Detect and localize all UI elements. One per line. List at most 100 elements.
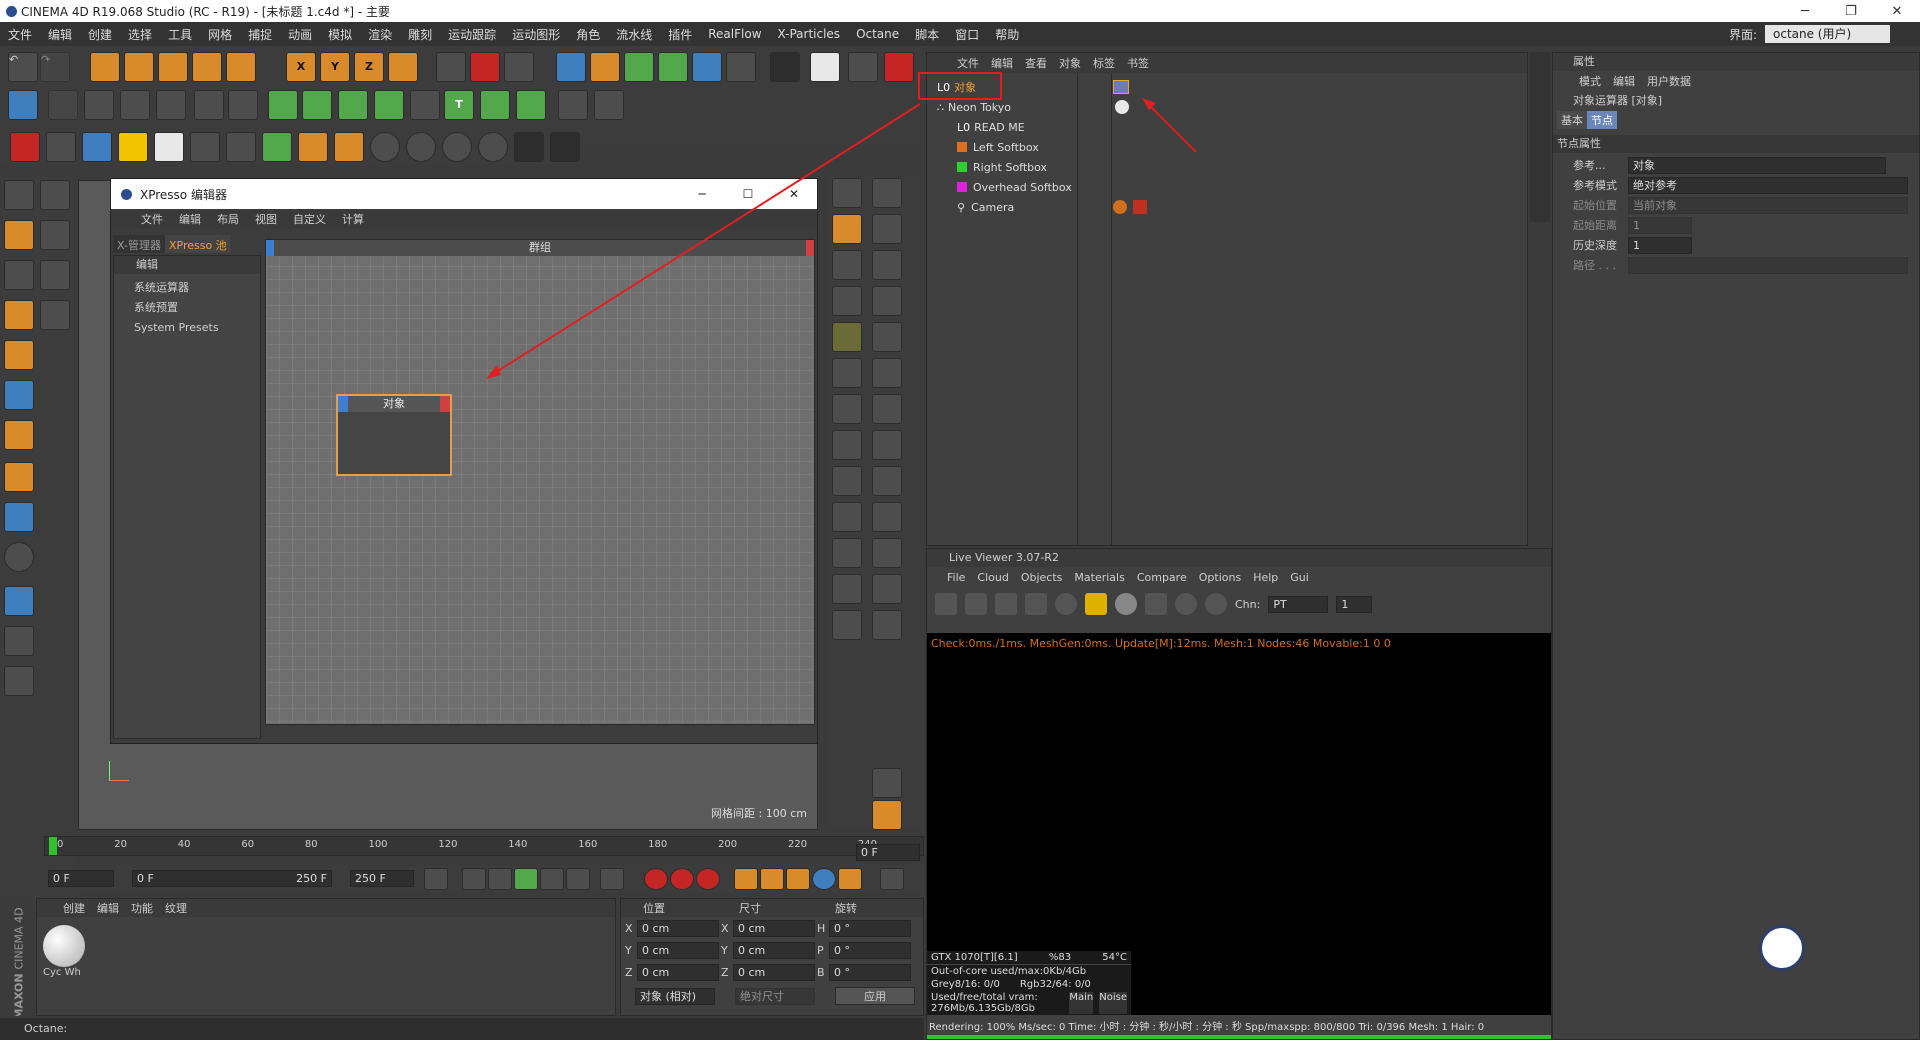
octane-camera-tag-icon[interactable]: [1133, 200, 1147, 214]
octane-mix-icon[interactable]: [478, 132, 508, 162]
spline-sketch-icon[interactable]: [120, 90, 150, 120]
size-x-field[interactable]: 0 cm: [733, 919, 815, 937]
camera-tag-icon[interactable]: [1113, 200, 1127, 214]
menu-edit[interactable]: 编辑: [40, 26, 80, 43]
boole-icon[interactable]: [832, 466, 862, 496]
current-frame-field[interactable]: 0 F: [856, 844, 920, 861]
octane-icon[interactable]: [884, 52, 914, 82]
mode-edges-icon[interactable]: [4, 380, 34, 410]
next-key-icon[interactable]: [566, 868, 590, 890]
close-button[interactable]: ✕: [1874, 4, 1920, 19]
deform-bulge-icon[interactable]: [872, 178, 902, 208]
menu-octane[interactable]: Octane: [848, 27, 907, 41]
floor-icon[interactable]: [726, 52, 756, 82]
menu-help[interactable]: 帮助: [987, 26, 1027, 43]
extrude-icon[interactable]: [832, 538, 862, 568]
fx-icon[interactable]: [594, 90, 624, 120]
xref-icon[interactable]: [848, 52, 878, 82]
lv-menu-file[interactable]: File: [941, 571, 971, 584]
rot-h-field[interactable]: 0 °: [829, 919, 911, 937]
spline-smooth-icon[interactable]: [156, 90, 186, 120]
lv-menu-cloud[interactable]: Cloud: [971, 571, 1014, 584]
record-icon[interactable]: [644, 868, 668, 890]
poly-select-icon[interactable]: [40, 300, 70, 330]
subdivision-icon[interactable]: [624, 52, 654, 82]
layout-select[interactable]: octane (用户): [1765, 25, 1890, 43]
lv-region-icon[interactable]: [1025, 593, 1047, 615]
octane-spotlight-icon[interactable]: [226, 132, 256, 162]
object-name-readme[interactable]: READ ME: [974, 121, 1025, 134]
recent-tool-icon[interactable]: [226, 52, 256, 82]
tab-noise[interactable]: Noise: [1099, 992, 1127, 1014]
lv-menu-compare[interactable]: Compare: [1131, 571, 1193, 584]
instance-icon[interactable]: [832, 358, 862, 388]
sculpt-icon[interactable]: [558, 90, 588, 120]
symmetry-icon[interactable]: [872, 394, 902, 424]
atom-array-icon[interactable]: [872, 430, 902, 460]
key-pla-icon[interactable]: [838, 868, 862, 890]
lv-render-area[interactable]: Check:0ms./1ms. MeshGen:0ms. Update[M]:1…: [927, 633, 1551, 1015]
tab-x-manager[interactable]: X-管理器: [113, 235, 165, 253]
lv-send-scene-icon[interactable]: [935, 593, 957, 615]
size-mode-select[interactable]: 绝对尺寸: [735, 987, 815, 1005]
lv-menu-objects[interactable]: Objects: [1015, 571, 1069, 584]
coord-mode-select[interactable]: 对象 (相对): [635, 987, 715, 1005]
xpresso-tag-icon[interactable]: [1113, 80, 1129, 94]
xpresso-menu-view[interactable]: 视图: [247, 211, 285, 227]
node-input-port[interactable]: [338, 396, 348, 412]
lv-channel-number[interactable]: 1: [1336, 595, 1373, 613]
lv-pick-material-icon[interactable]: [1205, 593, 1227, 615]
octane-specular-icon[interactable]: [442, 132, 472, 162]
rot-b-field[interactable]: 0 °: [829, 963, 911, 981]
x-axis-lock-button[interactable]: X: [286, 52, 316, 82]
object-name-camera[interactable]: Camera: [971, 201, 1014, 214]
lv-channel-select[interactable]: PT: [1268, 595, 1329, 613]
mat-menu-function[interactable]: 功能: [125, 900, 159, 916]
deform-twist-icon[interactable]: [872, 250, 902, 280]
object-row-right-softbox[interactable]: Right Softbox: [927, 157, 1527, 177]
snap-icon[interactable]: [4, 542, 34, 572]
mat-menu-edit[interactable]: 编辑: [91, 900, 125, 916]
undo-icon[interactable]: ↶: [8, 52, 38, 82]
render-view-icon[interactable]: [436, 52, 466, 82]
object-row-left-softbox[interactable]: Left Softbox: [927, 137, 1527, 157]
octane-portal-icon[interactable]: [514, 132, 544, 162]
mograph-matrix-icon[interactable]: [302, 90, 332, 120]
menu-mesh[interactable]: 网格: [200, 26, 240, 43]
spline-mask-icon[interactable]: [872, 466, 902, 496]
om-menu-file[interactable]: 文件: [951, 55, 985, 71]
mode-points-icon[interactable]: [4, 340, 34, 370]
apply-button[interactable]: 应用: [835, 987, 915, 1005]
reference-field[interactable]: 对象: [1628, 156, 1886, 174]
render-picture-viewer-icon[interactable]: [470, 52, 500, 82]
menu-create[interactable]: 创建: [80, 26, 120, 43]
goto-end-icon[interactable]: [600, 868, 624, 890]
pos-y-field[interactable]: 0 cm: [637, 941, 719, 959]
pos-x-field[interactable]: 0 cm: [637, 919, 719, 937]
material-tag-icon[interactable]: [1115, 100, 1129, 114]
group-input-port[interactable]: [266, 240, 274, 256]
menu-xparticles[interactable]: X-Particles: [770, 27, 849, 41]
tab-node[interactable]: 节点: [1587, 111, 1617, 129]
lv-pause-icon[interactable]: [995, 593, 1017, 615]
tweak-icon[interactable]: [4, 502, 34, 532]
key-rotation-icon[interactable]: [786, 868, 810, 890]
mode-object-icon[interactable]: [4, 220, 34, 250]
octane-environment-icon[interactable]: [46, 132, 76, 162]
lv-menu-gui[interactable]: Gui: [1284, 571, 1315, 584]
object-row-neon-tokyo[interactable]: ∴ Neon Tokyo: [927, 97, 1527, 117]
octane-settings-icon[interactable]: [550, 132, 580, 162]
menu-window[interactable]: 窗口: [947, 26, 987, 43]
bezier-icon[interactable]: [872, 502, 902, 532]
camera-record-icon[interactable]: [48, 90, 78, 120]
key-param-icon[interactable]: [812, 868, 836, 890]
tree-item-system-operators[interactable]: 系统运算器: [114, 278, 260, 298]
mograph-effector-icon[interactable]: [480, 90, 510, 120]
deform-wrap-icon[interactable]: [832, 286, 862, 316]
attr-menu-edit[interactable]: 编辑: [1607, 73, 1641, 89]
octane-scatter-icon[interactable]: [262, 132, 292, 162]
lv-settings-icon[interactable]: [1055, 593, 1077, 615]
lv-pick-focus-icon[interactable]: [1175, 593, 1197, 615]
menu-tools[interactable]: 工具: [160, 26, 200, 43]
next-frame-icon[interactable]: [540, 868, 564, 890]
